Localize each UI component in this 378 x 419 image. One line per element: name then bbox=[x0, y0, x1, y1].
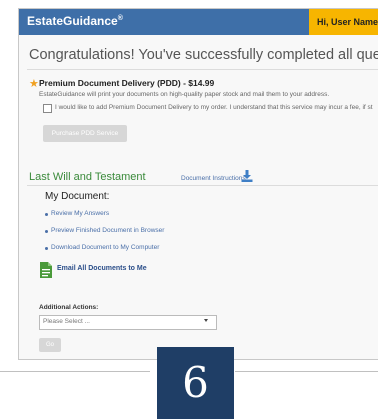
star-icon: ★ bbox=[29, 78, 39, 90]
go-button[interactable]: Go bbox=[39, 338, 61, 352]
document-icon[interactable] bbox=[39, 262, 53, 278]
review-answers-link[interactable]: Review My Answers bbox=[51, 210, 109, 217]
divider-line bbox=[235, 371, 378, 372]
brand-trademark: ® bbox=[117, 15, 123, 22]
purchase-pdd-button[interactable]: Purchase PDD Service bbox=[43, 125, 127, 142]
additional-actions-select[interactable]: Please Select ... bbox=[39, 315, 217, 330]
step-number-badge: 6 bbox=[157, 347, 234, 419]
divider bbox=[27, 69, 378, 70]
divider-line bbox=[0, 371, 150, 372]
brand-logo[interactable]: EstateGuidance® bbox=[27, 14, 123, 28]
download-icon[interactable] bbox=[241, 170, 253, 182]
email-all-documents-link[interactable]: Email All Documents to Me bbox=[57, 265, 147, 272]
header-bar: EstateGuidance® Hi, User Name bbox=[19, 9, 378, 35]
preview-document-link[interactable]: Preview Finished Document in Browser bbox=[51, 227, 164, 234]
page-title: Congratulations! You've successfully com… bbox=[29, 47, 378, 63]
document-instructions-link[interactable]: Document Instructions bbox=[181, 175, 246, 182]
list-bullet bbox=[45, 213, 48, 216]
pdd-checkbox-label[interactable]: I would like to add Premium Document Del… bbox=[55, 104, 373, 111]
pdd-checkbox[interactable] bbox=[43, 104, 52, 113]
pdd-description: EstateGuidance will print your documents… bbox=[39, 91, 330, 98]
list-bullet bbox=[45, 247, 48, 250]
additional-actions-label: Additional Actions: bbox=[39, 304, 99, 311]
brand-name: EstateGuidance bbox=[27, 14, 118, 28]
my-document-heading: My Document: bbox=[45, 191, 110, 202]
chevron-down-icon bbox=[204, 319, 208, 322]
list-bullet bbox=[45, 230, 48, 233]
user-menu[interactable]: Hi, User Name bbox=[309, 9, 378, 35]
select-value: Please Select ... bbox=[43, 318, 90, 325]
app-window: EstateGuidance® Hi, User Name Congratula… bbox=[18, 8, 378, 360]
divider bbox=[27, 185, 378, 186]
download-document-link[interactable]: Download Document to My Computer bbox=[51, 244, 159, 251]
pdd-title: Premium Document Delivery (PDD) - $14.99 bbox=[39, 78, 215, 88]
section-title-last-will: Last Will and Testament bbox=[29, 171, 146, 183]
